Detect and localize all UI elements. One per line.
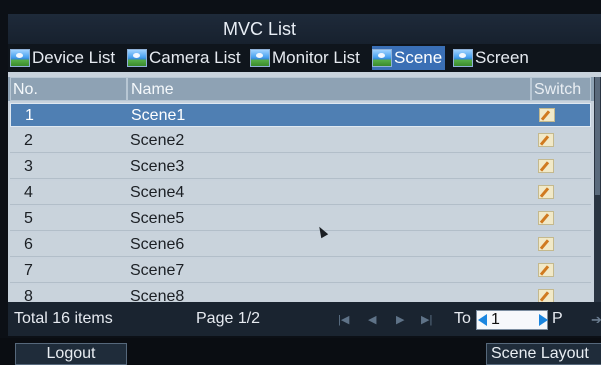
page-suffix-label: P (552, 310, 563, 327)
bottom-button-bar: Logout Scene Layout (0, 338, 601, 365)
table-row[interactable]: 2 Scene2 (10, 129, 591, 153)
page-indicator: Page 1/2 (196, 310, 261, 327)
edit-icon[interactable] (538, 159, 554, 173)
table-row[interactable]: 6 Scene6 (10, 233, 591, 257)
row-number: 7 (24, 262, 33, 279)
edit-icon[interactable] (538, 133, 554, 147)
table-header: No. Name Switch (8, 77, 601, 101)
column-header-switch[interactable]: Switch (531, 77, 591, 101)
scrollbar-thumb[interactable] (595, 77, 600, 195)
row-number: 5 (24, 210, 33, 227)
goto-label: To (454, 310, 471, 327)
row-name: Scene1 (131, 107, 186, 124)
decrement-page-icon[interactable] (478, 314, 487, 326)
row-number: 6 (24, 236, 33, 253)
row-name: Scene8 (130, 288, 185, 302)
tab-camera-list[interactable]: Camera List (127, 46, 241, 70)
logout-button[interactable]: Logout (15, 343, 127, 365)
table-row[interactable]: 8 Scene8 (10, 285, 591, 302)
tab-device-list[interactable]: Device List (10, 46, 115, 70)
row-name: Scene7 (130, 262, 185, 279)
image-icon (127, 49, 147, 67)
scene-layout-button[interactable]: Scene Layout (486, 343, 601, 365)
row-name: Scene4 (130, 184, 185, 201)
image-icon (453, 49, 473, 67)
tab-label: Device List (32, 48, 116, 67)
table-body: 1 Scene1 2 Scene2 3 Scene3 4 Scene4 5 Sc… (8, 103, 593, 302)
total-items-label: Total 16 items (14, 310, 113, 327)
row-name: Scene2 (130, 132, 185, 149)
prev-page-icon[interactable]: ◀ (368, 313, 376, 326)
table-row[interactable]: 5 Scene5 (10, 207, 591, 231)
tab-label: Scene (394, 48, 443, 67)
edit-icon[interactable] (538, 289, 554, 302)
image-icon (10, 49, 30, 67)
next-page-icon[interactable]: ▶ (396, 313, 404, 326)
tab-bar: Device List Camera List Monitor List Sce… (8, 44, 601, 72)
tab-label: Camera List (149, 48, 241, 67)
row-number: 4 (24, 184, 33, 201)
table-row[interactable]: 1 Scene1 (10, 103, 591, 127)
image-icon (372, 49, 392, 67)
row-number: 1 (25, 107, 34, 124)
edit-icon[interactable] (538, 263, 554, 277)
edit-icon[interactable] (538, 185, 554, 199)
column-header-no[interactable]: No. (10, 77, 127, 101)
edit-icon[interactable] (538, 237, 554, 251)
tab-label: Screen (475, 48, 529, 67)
row-name: Scene3 (130, 158, 185, 175)
table-scrollbar[interactable] (594, 77, 601, 302)
last-page-icon[interactable]: ▶| (421, 313, 432, 326)
row-number: 8 (24, 288, 33, 302)
first-page-icon[interactable]: |◀ (338, 313, 349, 326)
go-arrow-icon[interactable]: ➔ (591, 312, 601, 328)
tab-screen[interactable]: Screen (453, 46, 529, 70)
tab-scene[interactable]: Scene (372, 46, 446, 70)
tab-monitor-list[interactable]: Monitor List (250, 46, 360, 70)
tab-label: Monitor List (272, 48, 360, 67)
row-name: Scene5 (130, 210, 185, 227)
table-row[interactable]: 4 Scene4 (10, 181, 591, 205)
table-row[interactable]: 3 Scene3 (10, 155, 591, 179)
window-title: MVC List (222, 19, 296, 39)
row-number: 3 (24, 158, 33, 175)
column-header-name[interactable]: Name (127, 77, 531, 101)
increment-page-icon[interactable] (539, 314, 548, 326)
table-row[interactable]: 7 Scene7 (10, 259, 591, 283)
scene-table: No. Name Switch 1 Scene1 2 Scene2 3 Scen… (8, 72, 601, 302)
mvc-list-window: MVC List Device List Camera List Monitor… (0, 0, 601, 365)
image-icon (250, 49, 270, 67)
row-name: Scene6 (130, 236, 185, 253)
window-title-bar: MVC List (8, 14, 601, 44)
row-number: 2 (24, 132, 33, 149)
edit-icon[interactable] (538, 211, 554, 225)
pagination-bar: Total 16 items Page 1/2 |◀ ◀ ▶ ▶| To 1 P… (8, 302, 601, 336)
edit-icon[interactable] (539, 108, 555, 122)
